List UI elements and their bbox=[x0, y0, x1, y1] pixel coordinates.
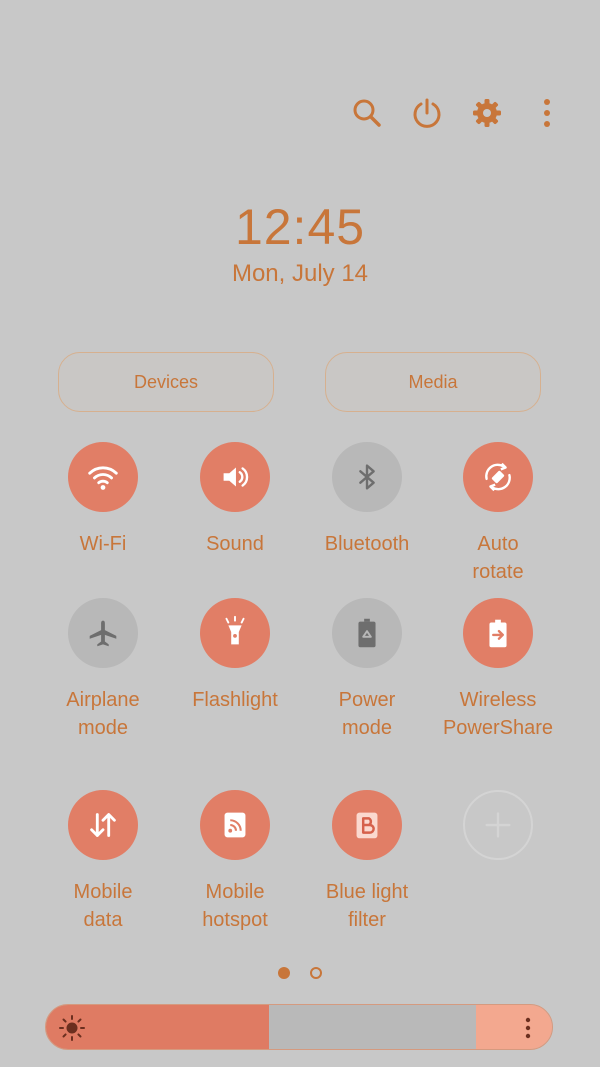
sun-icon bbox=[59, 1015, 85, 1041]
tile-label: Mobile hotspot bbox=[202, 881, 268, 931]
auto-rotate-icon bbox=[485, 462, 511, 492]
tile-bluetooth[interactable]: Bluetooth bbox=[302, 442, 432, 558]
tile-label: Power mode bbox=[338, 689, 396, 739]
tile-mobile-data[interactable]: Mobile data bbox=[38, 790, 168, 934]
tile-label: Bluetooth bbox=[324, 533, 410, 555]
tile-flashlight[interactable]: Flashlight bbox=[170, 598, 300, 714]
search-icon bbox=[353, 99, 381, 127]
mobile-data-icon bbox=[90, 813, 116, 837]
tile-label: Sound bbox=[206, 533, 264, 555]
clock-time[interactable]: 12:45 bbox=[0, 198, 600, 256]
add-tile-button[interactable] bbox=[463, 790, 533, 860]
tile-sound[interactable]: Sound bbox=[170, 442, 300, 558]
flashlight-icon bbox=[225, 615, 245, 645]
mobile-data-toggle[interactable] bbox=[68, 790, 138, 860]
devices-button[interactable]: Devices bbox=[58, 352, 274, 412]
airplane-icon bbox=[89, 620, 117, 647]
tile-wifi[interactable]: Wi-Fi bbox=[38, 442, 168, 558]
power-icon bbox=[413, 98, 441, 128]
wifi-icon bbox=[88, 466, 118, 490]
add-icon bbox=[485, 812, 511, 838]
media-button[interactable]: Media bbox=[325, 352, 541, 412]
more-vert-icon[interactable] bbox=[514, 1014, 542, 1042]
wireless-powershare-icon bbox=[489, 619, 507, 648]
tile-blue-light-filter[interactable]: Blue light filter bbox=[302, 790, 432, 934]
tile-label: Wireless PowerShare bbox=[442, 689, 554, 739]
tile-mobile-hotspot[interactable]: Mobile hotspot bbox=[170, 790, 300, 934]
tile-label: Wi-Fi bbox=[79, 533, 127, 555]
mobile-hotspot-icon bbox=[224, 812, 246, 838]
blue-light-filter-toggle[interactable] bbox=[332, 790, 402, 860]
page-indicator bbox=[278, 967, 322, 979]
page-dot-active[interactable] bbox=[278, 967, 290, 979]
auto-rotate-toggle[interactable] bbox=[463, 442, 533, 512]
power-mode-toggle[interactable] bbox=[332, 598, 402, 668]
tile-label: Flashlight bbox=[192, 689, 278, 711]
bluetooth-toggle[interactable] bbox=[332, 442, 402, 512]
more-options-button[interactable] bbox=[524, 90, 570, 136]
mobile-hotspot-toggle[interactable] bbox=[200, 790, 270, 860]
tile-label: Airplane mode bbox=[66, 689, 140, 739]
wireless-powershare-toggle[interactable] bbox=[463, 598, 533, 668]
search-button[interactable] bbox=[344, 90, 390, 136]
sound-toggle[interactable] bbox=[200, 442, 270, 512]
blue-light-filter-icon bbox=[356, 812, 378, 839]
settings-button[interactable] bbox=[464, 90, 510, 136]
settings-gear-icon bbox=[473, 99, 501, 127]
tile-add[interactable] bbox=[433, 790, 563, 860]
tile-label: Blue light filter bbox=[325, 881, 409, 931]
clock-date[interactable]: Mon, July 14 bbox=[0, 260, 600, 288]
flashlight-toggle[interactable] bbox=[200, 598, 270, 668]
tile-power-mode[interactable]: Power mode bbox=[302, 598, 432, 742]
bluetooth-icon bbox=[359, 464, 375, 490]
sound-icon bbox=[223, 467, 249, 487]
wifi-toggle[interactable] bbox=[68, 442, 138, 512]
tile-label: Mobile data bbox=[73, 881, 133, 931]
top-toolbar bbox=[344, 90, 570, 136]
tile-label: Auto rotate bbox=[472, 533, 524, 583]
airplane-mode-toggle[interactable] bbox=[68, 598, 138, 668]
page-dot[interactable] bbox=[310, 967, 322, 979]
power-mode-icon bbox=[358, 618, 376, 648]
tile-wireless-powershare[interactable]: Wireless PowerShare bbox=[433, 598, 563, 742]
brightness-slider[interactable] bbox=[45, 1004, 553, 1050]
more-vert-icon bbox=[544, 99, 550, 127]
tile-airplane-mode[interactable]: Airplane mode bbox=[38, 598, 168, 742]
power-button[interactable] bbox=[404, 90, 450, 136]
tile-auto-rotate[interactable]: Auto rotate bbox=[433, 442, 563, 586]
